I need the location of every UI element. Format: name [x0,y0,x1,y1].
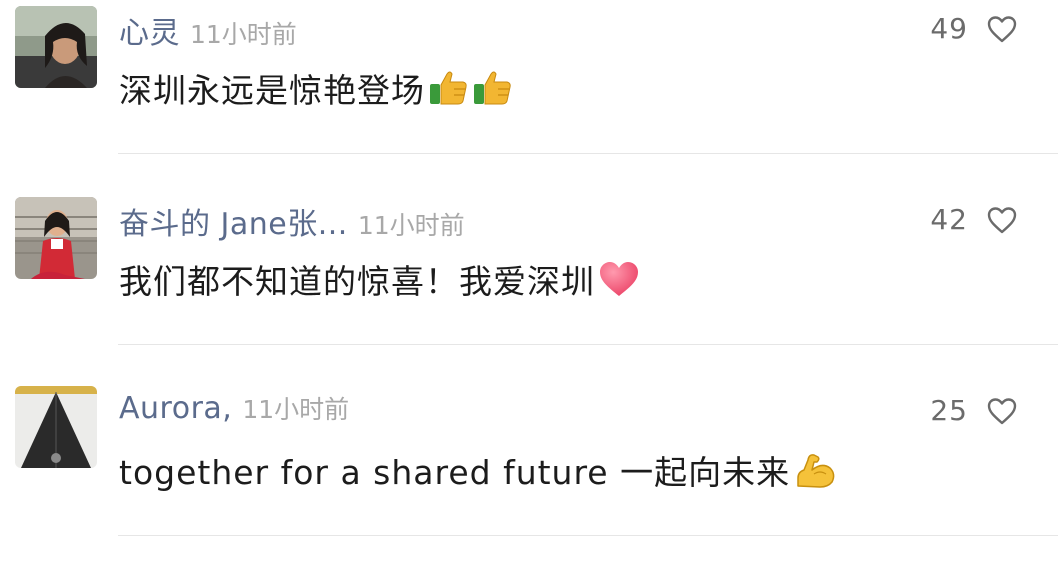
comment-text: 我们都不知道的惊喜！我爱深圳 [119,255,641,303]
comment-item: 心灵 11小时前 49 深圳永远是惊艳登场 [0,0,1058,185]
timestamp: 11小时前 [242,395,350,424]
comment-item: Aurora, 11小时前 25 together for a shared fu… [0,382,1058,567]
username-text[interactable]: 奋斗的 Jane张... [119,207,348,242]
like-count: 25 [930,394,968,427]
heart-outline-icon[interactable] [986,396,1018,426]
divider [118,153,1058,154]
comment-text: 深圳永远是惊艳登场 [119,64,513,112]
comment-item: 奋斗的 Jane张... 11小时前 42 我们都不知道的惊喜！我爱深圳 [0,191,1058,376]
heart-outline-icon[interactable] [986,14,1018,44]
flexed-biceps-emoji [797,454,835,488]
avatar[interactable] [15,6,97,88]
comment-body: 深圳永远是惊艳登场 [119,71,425,110]
avatar[interactable] [15,197,97,279]
comment-body: together for a shared future 一起向未来 [119,453,791,492]
heart-emoji [600,262,638,296]
comment-body: 我们都不知道的惊喜！我爱深圳 [119,262,595,301]
like-count: 42 [930,203,968,236]
timestamp: 11小时前 [357,211,465,240]
divider [118,344,1058,345]
username-text[interactable]: 心灵 [119,16,180,51]
thumbs-up-emoji [474,71,511,105]
heart-outline-icon[interactable] [986,205,1018,235]
username[interactable]: 心灵 11小时前 [119,8,297,52]
like-count: 49 [930,12,968,45]
timestamp: 11小时前 [190,20,297,49]
username[interactable]: Aurora, 11小时前 [119,390,349,426]
divider [118,535,1058,536]
avatar[interactable] [15,386,97,468]
username[interactable]: 奋斗的 Jane张... 11小时前 [119,199,465,243]
username-text[interactable]: Aurora, [119,391,232,426]
thumbs-up-emoji [430,71,467,105]
comment-text: together for a shared future 一起向未来 [119,446,838,494]
